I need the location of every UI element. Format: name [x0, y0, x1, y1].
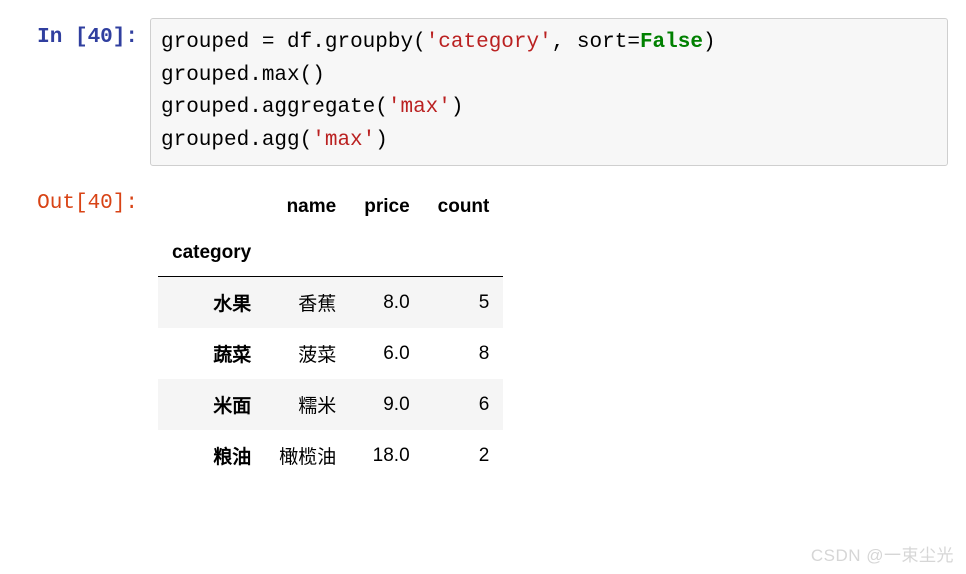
dataframe-table: name price count category 水果 香蕉 8.0 5 — [158, 184, 503, 481]
col-header: count — [424, 184, 504, 230]
output-prompt-area: Out[40]: — [0, 184, 150, 481]
cell-count: 5 — [424, 277, 504, 329]
cell-count: 2 — [424, 430, 504, 481]
table-body: 水果 香蕉 8.0 5 蔬菜 菠菜 6.0 8 米面 糯米 9.0 6 — [158, 277, 503, 482]
table-row: 米面 糯米 9.0 6 — [158, 379, 503, 430]
cell-count: 8 — [424, 328, 504, 379]
cell-price: 18.0 — [350, 430, 423, 481]
table-row: 蔬菜 菠菜 6.0 8 — [158, 328, 503, 379]
output-area: name price count category 水果 香蕉 8.0 5 — [150, 184, 966, 481]
row-index: 水果 — [158, 277, 265, 329]
index-name: category — [158, 230, 265, 277]
cell-price: 8.0 — [350, 277, 423, 329]
cell-count: 6 — [424, 379, 504, 430]
cell-price: 6.0 — [350, 328, 423, 379]
input-prompt: In [40]: — [37, 26, 138, 49]
col-header: name — [265, 184, 350, 230]
output-prompt: Out[40]: — [37, 192, 138, 215]
cell-price: 9.0 — [350, 379, 423, 430]
row-index: 米面 — [158, 379, 265, 430]
row-index: 蔬菜 — [158, 328, 265, 379]
watermark: CSDN @一束尘光 — [811, 541, 954, 566]
code-input[interactable]: grouped = df.groupby('category', sort=Fa… — [150, 18, 948, 166]
cell-name: 糯米 — [265, 379, 350, 430]
blank-header — [424, 230, 504, 277]
input-prompt-area: In [40]: — [0, 18, 150, 166]
blank-header — [265, 230, 350, 277]
col-header: price — [350, 184, 423, 230]
corner-blank — [158, 184, 265, 230]
row-index: 粮油 — [158, 430, 265, 481]
blank-header — [350, 230, 423, 277]
cell-name: 香蕉 — [265, 277, 350, 329]
cell-name: 橄榄油 — [265, 430, 350, 481]
table-row: 粮油 橄榄油 18.0 2 — [158, 430, 503, 481]
cell-name: 菠菜 — [265, 328, 350, 379]
table-head: name price count category — [158, 184, 503, 277]
input-cell: In [40]: grouped = df.groupby('category'… — [0, 0, 966, 166]
output-cell: Out[40]: name price count category — [0, 166, 966, 481]
table-row: 水果 香蕉 8.0 5 — [158, 277, 503, 329]
